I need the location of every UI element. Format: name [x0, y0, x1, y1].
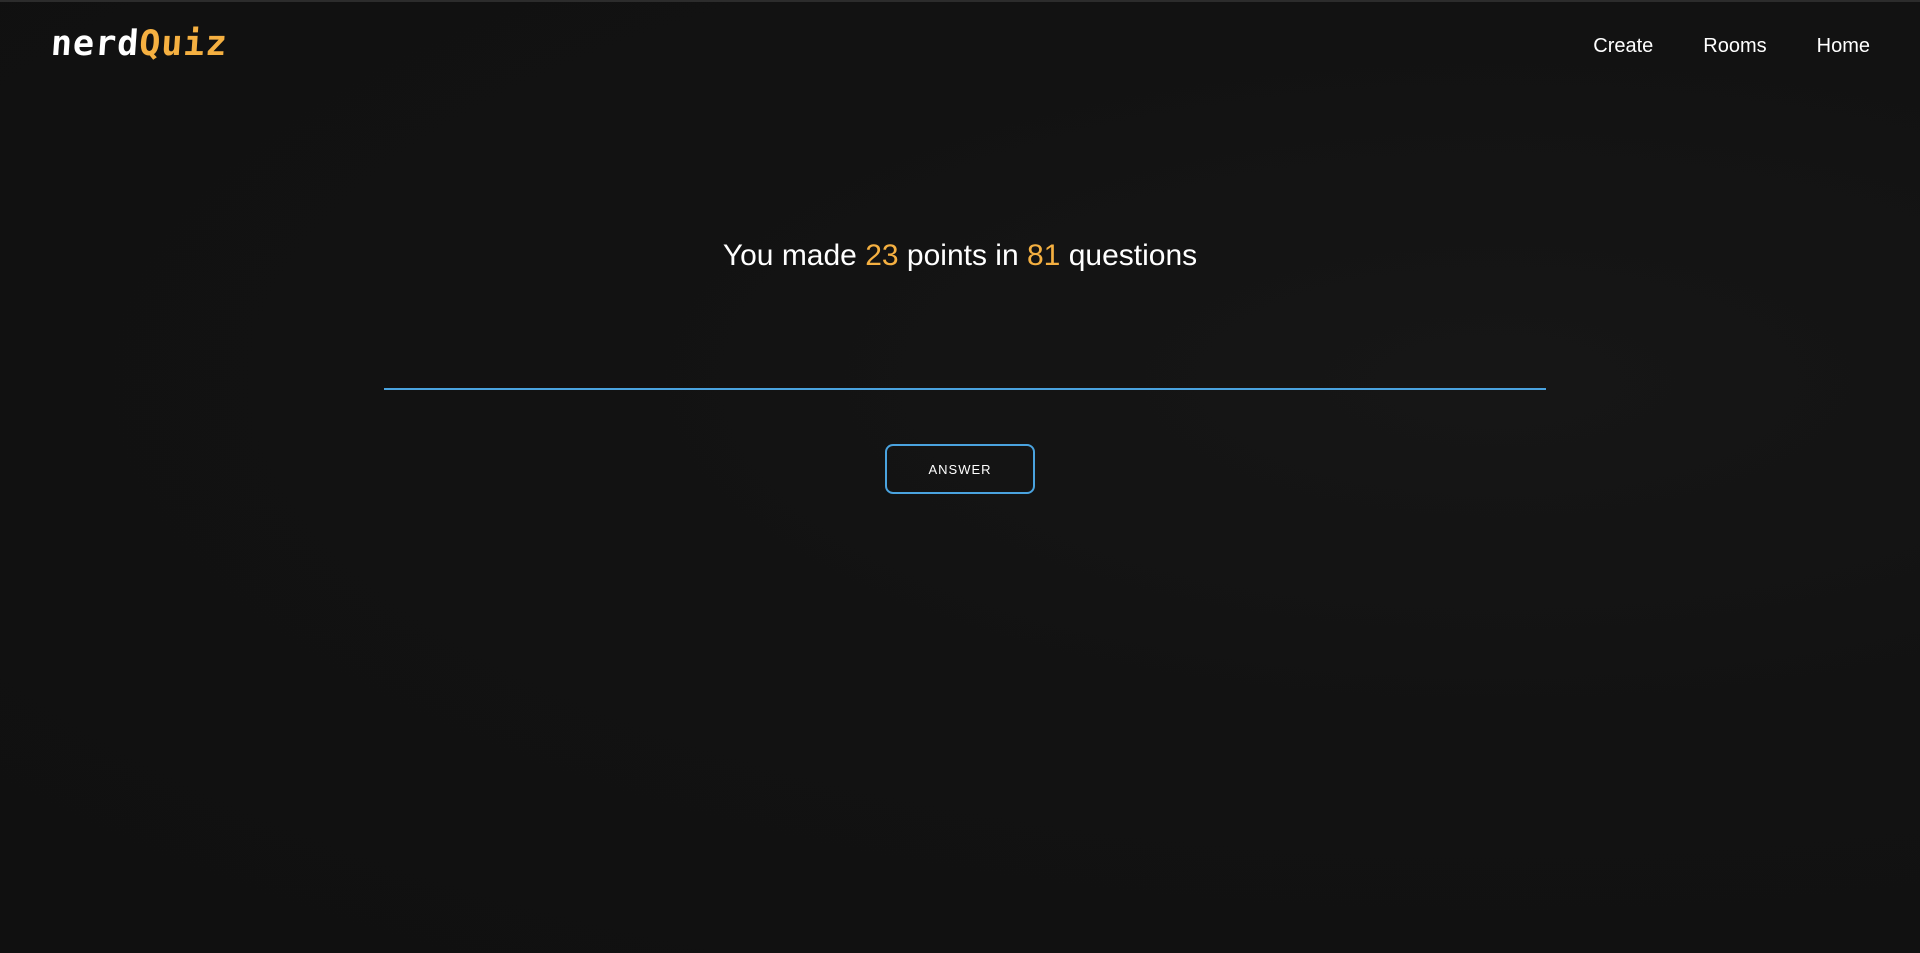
- logo[interactable]: nerdQuiz: [49, 22, 229, 66]
- score-summary: You made 23 points in 81 questions: [0, 236, 1920, 276]
- logo-nerd-text: nerd: [49, 24, 141, 64]
- score-prefix: You made: [722, 239, 866, 272]
- score-middle: points in: [898, 239, 1027, 272]
- questions-count: 81: [1027, 239, 1061, 272]
- logo-quiz-text: Quiz: [137, 24, 229, 64]
- nav-rooms-link[interactable]: Rooms: [1703, 30, 1766, 62]
- score-suffix: questions: [1060, 239, 1198, 272]
- points-count: 23: [865, 239, 899, 272]
- site-header: nerdQuiz Create Rooms Home: [0, 0, 1920, 92]
- answer-input[interactable]: [384, 346, 1546, 390]
- nav-home-link[interactable]: Home: [1817, 30, 1870, 62]
- nav-create-link[interactable]: Create: [1593, 30, 1653, 62]
- main-nav: Create Rooms Home: [1543, 30, 1870, 62]
- answer-button[interactable]: ANSWER: [885, 444, 1035, 494]
